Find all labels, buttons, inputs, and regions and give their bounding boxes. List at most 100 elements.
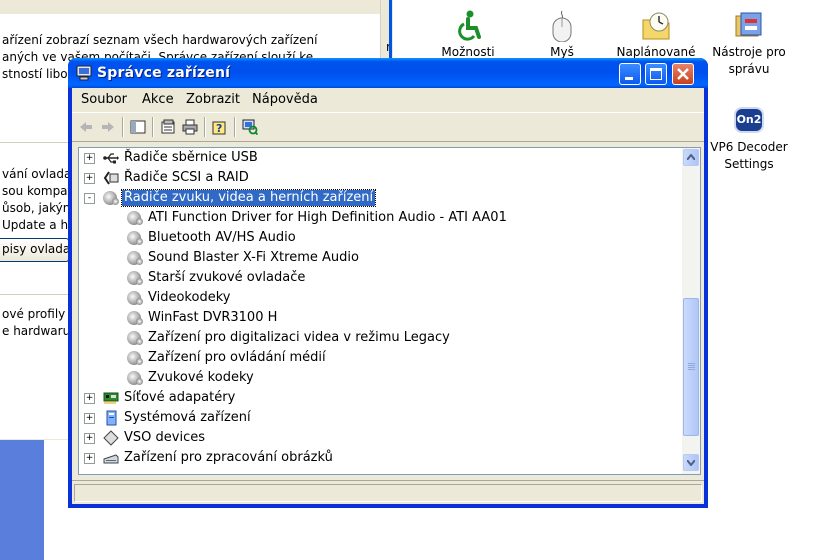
bg-line: vání ovladač [2,167,78,181]
toolbar-separator [234,117,236,137]
menu-view[interactable]: Zobrazit [186,92,240,107]
desktop-icon-vp6[interactable]: On2 VP6 Decoder Settings [704,105,794,173]
tree-row[interactable]: Zařízení pro ovládání médií [79,349,679,367]
status-bar [72,480,704,505]
expand-icon[interactable]: + [84,153,95,164]
minimize-button[interactable] [619,63,641,85]
tree-row[interactable]: + Zařízení pro zpracování obrázků [79,449,679,467]
scsi-icon [103,170,119,186]
desktop-icon-mouse[interactable]: Myš [517,10,607,61]
toolbar-separator [204,117,206,137]
show-hide-tree-icon[interactable] [130,119,146,135]
sound-icon [127,330,143,346]
vp6-badge: On2 [736,113,762,126]
expand-icon[interactable]: + [84,413,95,424]
sound-icon [127,290,143,306]
menu-action[interactable]: Akce [142,92,174,107]
expand-icon[interactable]: + [84,393,95,404]
bg-line: ůsob, jakým [2,201,75,215]
print-icon[interactable] [182,119,198,135]
scanner-icon [103,450,119,466]
scroll-thumb[interactable] [683,298,699,436]
desktop-icon-scheduled-tasks[interactable]: Naplánované [611,10,701,61]
menu-bar: Soubor Akce Zobrazit Nápověda [72,88,704,110]
tree-row[interactable]: Videokodeky [79,289,679,307]
expand-icon[interactable]: + [84,173,95,184]
vertical-scrollbar[interactable] [682,147,701,475]
tree-row-label: Zvukové kodeky [148,370,254,385]
bg-line: sou kompat [2,184,73,198]
close-button[interactable] [672,63,694,85]
admin-tools-icon [733,10,765,42]
mouse-icon [546,10,578,43]
tree-row[interactable]: Zařízení pro digitalizaci videa v režimu… [79,329,679,347]
back-arrow-icon[interactable] [78,119,94,135]
chevron-up-icon [687,154,695,160]
tree-row-label: Bluetooth AV/HS Audio [148,230,296,245]
minimize-icon [625,77,633,80]
sound-icon [127,210,143,226]
tree-row[interactable]: Zvukové kodeky [79,369,679,387]
tree-row[interactable]: Starší zvukové ovladače [79,269,679,287]
tree-row-label: Systémová zařízení [124,410,251,425]
usb-icon [103,150,119,166]
driver-signing-button[interactable]: pisy ovladač [0,238,77,262]
tree-row[interactable]: + VSO devices [79,429,679,447]
tree-row[interactable]: + Systémová zařízení [79,409,679,427]
expand-icon[interactable]: + [84,453,95,464]
tree-row-label: VSO devices [124,430,205,445]
tree-row-label: Starší zvukové ovladače [148,270,306,285]
tree-row[interactable]: - Řadiče zvuku, videa a herních zařízení [79,189,679,207]
tree-row[interactable]: ATI Function Driver for High Definition … [79,209,679,227]
taskbar-edge [0,440,44,560]
tree-row-label: Řadiče zvuku, videa a herních zařízení [120,189,377,207]
scroll-down-button[interactable] [683,454,699,471]
tree-row-label: Zařízení pro digitalizaci videa v režimu… [148,330,450,345]
svg-text:?: ? [216,122,222,135]
sound-icon [127,250,143,266]
scroll-up-button[interactable] [683,149,699,166]
tree-row[interactable]: + Řadiče sběrnice USB [79,149,679,167]
maximize-button[interactable] [645,63,667,85]
bg-line: stností libov [2,67,75,81]
vso-icon [103,430,119,446]
sound-icon [127,270,143,286]
sound-icon [103,190,119,206]
tree-row-label: ATI Function Driver for High Definition … [148,210,507,225]
desktop-icon-label: Nástroje pro správu [712,45,786,76]
window-title: Správce zařízení [97,65,231,81]
sound-icon [127,310,143,326]
help-icon[interactable]: ? [212,119,228,135]
properties-icon[interactable] [160,119,176,135]
desktop-icon-accessibility[interactable]: Možnosti [423,10,513,61]
toolbar: ? [72,112,704,142]
bg-line: e hardwaru. [2,324,75,338]
sound-icon [127,370,143,386]
tree-row[interactable]: + Řadiče SCSI a RAID [79,169,679,187]
device-tree[interactable]: + Řadiče sběrnice USB + Řadiče SCSI a RAID -… [78,147,686,475]
desktop-icon-admin-tools[interactable]: Nástroje pro správu [704,10,794,78]
tree-row[interactable]: Sound Blaster X-Fi Xtreme Audio [79,249,679,267]
window-client: Soubor Akce Zobrazit Nápověda ? + Řadiče… [72,88,704,504]
tree-row[interactable]: Bluetooth AV/HS Audio [79,229,679,247]
menu-file[interactable]: Soubor [81,92,127,107]
status-cell [74,484,702,502]
chevron-down-icon [687,460,695,466]
tree-row[interactable]: + Síťové adapatéry [79,389,679,407]
sound-icon [127,350,143,366]
title-bar[interactable]: Správce zařízení [68,58,708,88]
network-card-icon [103,390,119,406]
scan-hardware-icon[interactable] [242,119,259,136]
tree-row-label: Řadiče SCSI a RAID [124,170,249,185]
tree-row-label: Sound Blaster X-Fi Xtreme Audio [148,250,359,265]
toolbar-separator [152,117,154,137]
device-manager-window[interactable]: Správce zařízení Soubor Akce Zobrazit Ná… [68,58,708,508]
tree-row-label: Zařízení pro zpracování obrázků [124,450,333,465]
thumb-grip [688,363,695,364]
accessibility-icon [452,10,484,42]
menu-help[interactable]: Nápověda [252,92,318,107]
tree-row[interactable]: WinFast DVR3100 H [79,309,679,327]
collapse-icon[interactable]: - [84,193,95,204]
forward-arrow-icon[interactable] [100,119,116,135]
expand-icon[interactable]: + [84,433,95,444]
